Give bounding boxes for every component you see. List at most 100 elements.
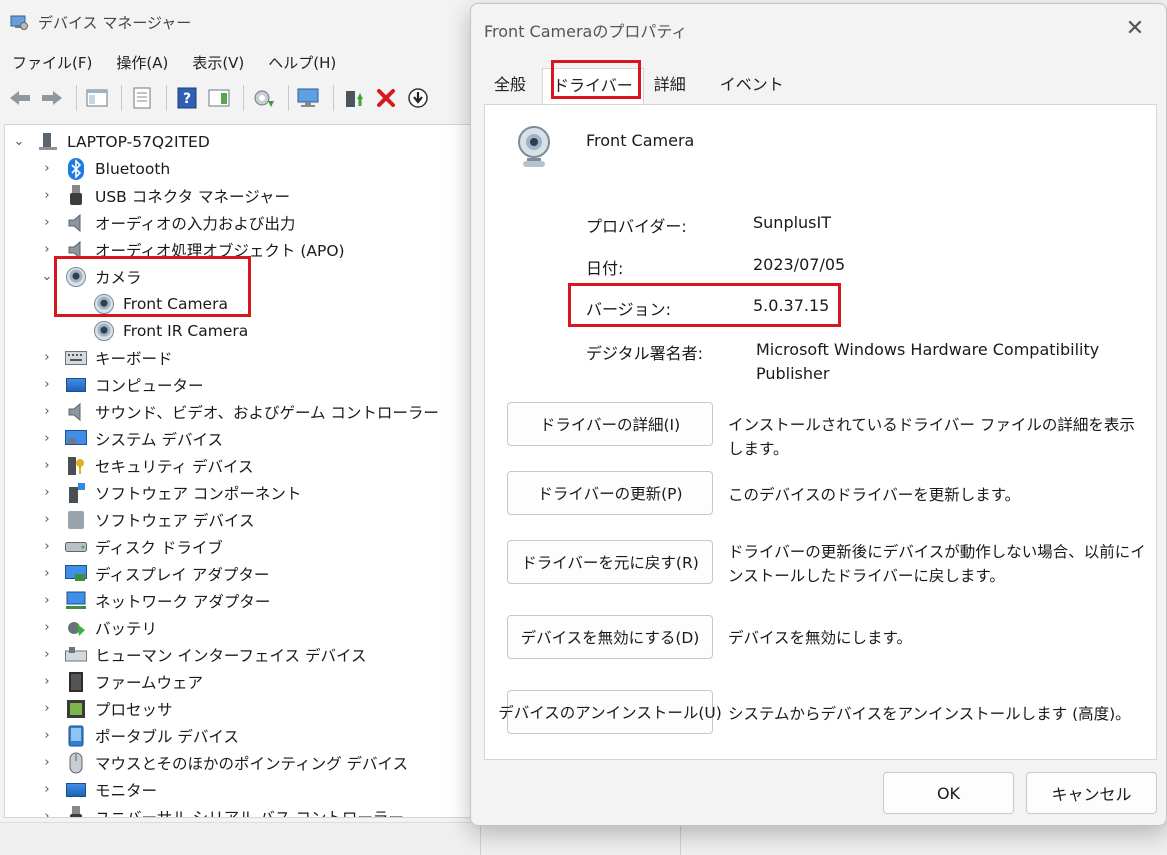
tree-item-front-ir-camera[interactable]: Front IR Camera <box>93 317 248 344</box>
chevron-right-icon[interactable]: › <box>39 809 55 817</box>
chevron-right-icon[interactable]: › <box>39 512 55 527</box>
tree-item-processors[interactable]: › プロセッサ <box>39 695 173 722</box>
ok-button[interactable]: OK <box>883 772 1014 814</box>
tree-item-audio-io[interactable]: › オーディオの入力および出力 <box>39 209 295 236</box>
tree-item-sound-video-game[interactable]: › サウンド、ビデオ、およびゲーム コントローラー <box>39 398 439 425</box>
chevron-right-icon[interactable]: › <box>39 593 55 608</box>
chevron-right-icon[interactable]: › <box>39 188 55 203</box>
tree-item-front-camera[interactable]: Front Camera <box>93 290 228 317</box>
tree-item-keyboard[interactable]: › キーボード <box>39 344 173 371</box>
camera-icon <box>93 320 115 342</box>
tree-item-portable-devices[interactable]: › ポータブル デバイス <box>39 722 239 749</box>
dialog-title: Front Cameraのプロパティ <box>484 22 688 41</box>
tree-item-mouse[interactable]: › マウスとそのほかのポインティング デバイス <box>39 749 408 776</box>
tree-item-bluetooth[interactable]: › Bluetooth <box>39 155 170 182</box>
add-legacy-hardware-icon[interactable] <box>295 84 323 112</box>
chevron-right-icon[interactable]: › <box>39 566 55 581</box>
action-pane-icon[interactable] <box>205 84 233 112</box>
tree-item-software-devices[interactable]: › ソフトウェア デバイス <box>39 506 254 533</box>
tree-item-display-adapters[interactable]: › ディスプレイ アダプター <box>39 560 269 587</box>
scan-hardware-changes-icon[interactable] <box>250 84 278 112</box>
tree-item-disk-drives[interactable]: › ディスク ドライブ <box>39 533 222 560</box>
tree-item-security-devices[interactable]: › セキュリティ デバイス <box>39 452 254 479</box>
tree-item-software-components[interactable]: › ソフトウェア コンポーネント <box>39 479 301 506</box>
chevron-right-icon[interactable]: › <box>39 728 55 743</box>
chevron-down-icon[interactable]: ⌄ <box>11 134 27 149</box>
update-driver-button[interactable]: ドライバーの更新(P) <box>507 471 713 515</box>
date-label: 日付: <box>586 259 624 278</box>
chevron-right-icon[interactable]: › <box>39 647 55 662</box>
status-segment <box>480 823 680 855</box>
show-hide-console-tree-icon[interactable] <box>83 84 111 112</box>
chevron-right-icon[interactable]: › <box>39 404 55 419</box>
tree-item-label: USB コネクタ マネージャー <box>95 187 290 206</box>
tree-item-label: ユニバーサル シリアル バス コントローラー <box>95 808 404 818</box>
menu-file[interactable]: ファイル(F) <box>0 50 104 76</box>
chevron-right-icon[interactable]: › <box>39 458 55 473</box>
chevron-down-icon[interactable]: ⌄ <box>39 269 55 284</box>
tree-item-system-devices[interactable]: › システム デバイス <box>39 425 223 452</box>
uninstall-device-button[interactable]: デバイスのアンインストール(U) <box>498 690 722 734</box>
tree-item-usb-connector[interactable]: › USB コネクタ マネージャー <box>39 182 290 209</box>
tree-item-label: ネットワーク アダプター <box>95 592 271 611</box>
chevron-right-icon[interactable]: › <box>39 539 55 554</box>
tree-item-monitors[interactable]: › モニター <box>39 776 157 803</box>
cancel-button[interactable]: キャンセル <box>1026 772 1157 814</box>
chevron-right-icon[interactable]: › <box>39 485 55 500</box>
back-arrow-icon[interactable] <box>6 84 34 112</box>
software-device-icon <box>65 509 87 531</box>
chevron-right-icon[interactable]: › <box>39 701 55 716</box>
chevron-right-icon[interactable]: › <box>39 215 55 230</box>
properties-sheet-icon[interactable] <box>128 84 156 112</box>
update-driver-desc: このデバイスのドライバーを更新します。 <box>728 486 1021 504</box>
uninstall-device-icon[interactable] <box>372 84 400 112</box>
update-driver-icon[interactable] <box>340 84 368 112</box>
properties-dialog: Front Cameraのプロパティ ✕ 全般 ドライバー 詳細 イベント Fr… <box>470 3 1167 826</box>
signer-value-line1: Microsoft Windows Hardware Compatibility <box>756 340 1100 359</box>
tree-item-firmware[interactable]: › ファームウェア <box>39 668 203 695</box>
menu-action[interactable]: 操作(A) <box>104 50 180 76</box>
chevron-right-icon[interactable]: › <box>39 755 55 770</box>
chevron-right-icon[interactable]: › <box>39 674 55 689</box>
chevron-right-icon[interactable]: › <box>39 350 55 365</box>
tree-root[interactable]: ⌄ LAPTOP-57Q2ITED <box>11 128 210 155</box>
forward-arrow-icon[interactable] <box>38 84 66 112</box>
hid-icon <box>65 644 87 666</box>
tree-item-camera[interactable]: ⌄ カメラ <box>39 263 142 290</box>
disable-device-button[interactable]: デバイスを無効にする(D) <box>507 615 713 659</box>
rollback-driver-desc: ドライバーの更新後にデバイスが動作しない場合、以前にインストールしたドライバーに… <box>728 543 1146 585</box>
tree-item-hid[interactable]: › ヒューマン インターフェイス デバイス <box>39 641 367 668</box>
driver-details-button[interactable]: ドライバーの詳細(I) <box>507 402 713 446</box>
tree-item-battery[interactable]: › バッテリ <box>39 614 157 641</box>
menu-view[interactable]: 表示(V) <box>180 50 256 76</box>
computer-icon <box>65 374 87 396</box>
tab-general[interactable]: 全般 <box>484 68 536 104</box>
chevron-right-icon[interactable]: › <box>39 161 55 176</box>
chevron-right-icon[interactable]: › <box>39 431 55 446</box>
tab-events[interactable]: イベント <box>710 68 794 104</box>
tree-item-audio-apo[interactable]: › オーディオ処理オブジェクト (APO) <box>39 236 345 263</box>
tree-item-label: キーボード <box>95 349 173 368</box>
menu-help[interactable]: ヘルプ(H) <box>256 50 348 76</box>
tree-item-label: ソフトウェア コンポーネント <box>95 484 302 503</box>
rollback-driver-button[interactable]: ドライバーを元に戻す(R) <box>507 540 713 584</box>
tree-item-label: コンピューター <box>95 376 204 395</box>
disable-device-icon[interactable] <box>404 84 432 112</box>
tree-item-label: Front IR Camera <box>123 321 249 340</box>
chevron-right-icon[interactable]: › <box>39 377 55 392</box>
tab-driver[interactable]: ドライバー <box>542 68 644 104</box>
chevron-right-icon[interactable]: › <box>39 620 55 635</box>
driver-details-desc: インストールされているドライバー ファイルの詳細を表示します。 <box>728 416 1135 458</box>
computer-root-icon <box>37 131 59 153</box>
help-icon[interactable]: ? <box>173 84 201 112</box>
disable-device-desc: デバイスを無効にします。 <box>728 629 912 647</box>
mouse-icon <box>65 752 87 774</box>
tree-item-label: オーディオ処理オブジェクト (APO) <box>95 241 345 260</box>
chevron-right-icon[interactable]: › <box>39 242 55 257</box>
tree-item-usb-controllers[interactable]: › ユニバーサル シリアル バス コントローラー <box>39 803 404 818</box>
tree-item-network-adapters[interactable]: › ネットワーク アダプター <box>39 587 270 614</box>
close-icon[interactable]: ✕ <box>1120 14 1150 44</box>
tab-details[interactable]: 詳細 <box>644 68 696 104</box>
chevron-right-icon[interactable]: › <box>39 782 55 797</box>
tree-item-computer[interactable]: › コンピューター <box>39 371 204 398</box>
